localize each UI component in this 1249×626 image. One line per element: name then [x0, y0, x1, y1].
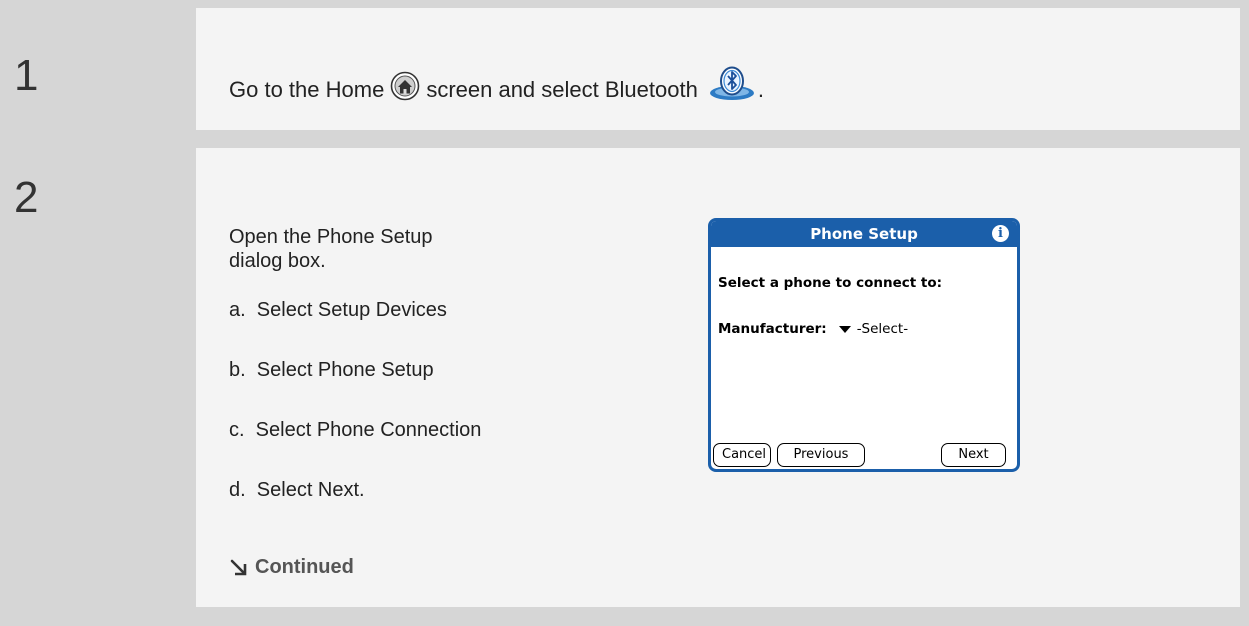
step-1-text-part2: screen and select Bluetooth [426, 77, 698, 102]
step-1-text-part1: Go to the Home [229, 77, 385, 102]
manufacturer-label: Manufacturer: [718, 321, 827, 337]
next-button[interactable]: Next [941, 443, 1006, 467]
manufacturer-select[interactable]: -Select- [857, 321, 908, 337]
step-1-instruction: Go to the Home screen and select Bluetoo… [229, 66, 764, 108]
step-1-number: 1 [14, 51, 39, 100]
phone-setup-dialog: Phone Setup i Select a phone to connect … [708, 218, 1020, 472]
continued-label: Continued [255, 556, 354, 578]
step-1-text-end: . [757, 77, 764, 102]
substep-c: c. Select Phone Connection [229, 419, 482, 441]
triangle-down-icon[interactable] [838, 325, 851, 333]
substep-b: b. Select Phone Setup [229, 359, 434, 381]
previous-button[interactable]: Previous [777, 443, 865, 467]
continued-link[interactable]: Continued [229, 556, 354, 579]
cancel-button[interactable]: Cancel [713, 443, 771, 467]
info-icon[interactable]: i [992, 225, 1009, 242]
step-2-intro: Open the Phone Setup dialog box. [229, 226, 433, 272]
dialog-title: Phone Setup [810, 225, 918, 243]
arrow-down-right-icon [229, 559, 247, 577]
dialog-prompt: Select a phone to connect to: [718, 275, 943, 291]
step-2-number: 2 [14, 173, 39, 222]
substep-d: d. Select Next. [229, 479, 365, 501]
home-icon [390, 71, 420, 101]
bluetooth-icon [708, 66, 756, 102]
manufacturer-row: Manufacturer: -Select- [718, 321, 908, 337]
substep-a: a. Select Setup Devices [229, 299, 447, 321]
dialog-title-bar: Phone Setup i [711, 221, 1017, 247]
